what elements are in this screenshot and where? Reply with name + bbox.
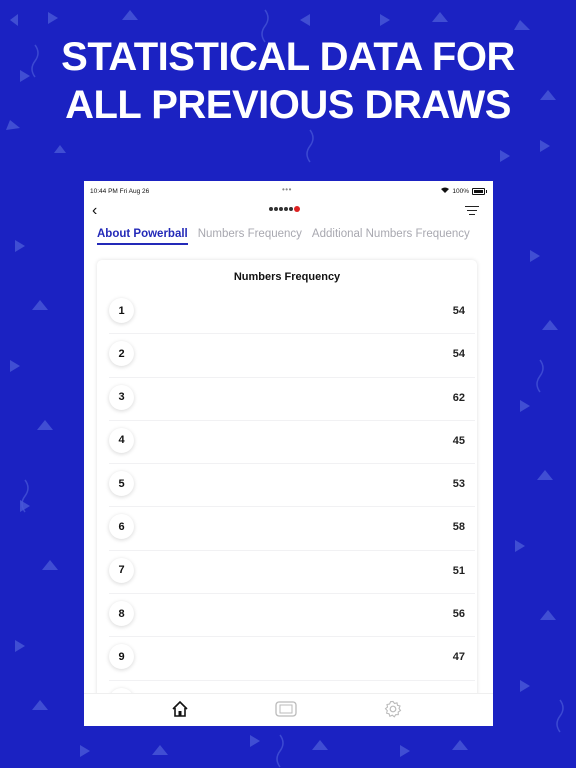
frequency-row: 1 54 [109, 291, 475, 335]
frequency-row: 4 45 [109, 421, 475, 465]
home-icon[interactable] [171, 700, 189, 723]
tab-numbers-frequency[interactable]: Numbers Frequency [198, 228, 302, 245]
status-bar: 10:44 PM Fri Aug 26 ••• 100% [84, 181, 493, 201]
status-right: 100% [441, 187, 487, 195]
numbers-frequency-card: Numbers Frequency 1 54 2 54 3 62 4 45 5 53 6 58 7 51 8… [97, 260, 477, 720]
frequency-count: 53 [452, 478, 465, 491]
nav-bar: ‹ [84, 201, 493, 223]
ticket-icon[interactable] [275, 701, 297, 722]
number-ball: 7 [109, 557, 134, 583]
number-ball: 3 [109, 384, 134, 410]
frequency-count: 54 [452, 348, 465, 361]
filter-menu-icon[interactable] [465, 206, 479, 218]
headline-line-1: STATISTICAL DATA FOR [61, 35, 515, 79]
frequency-row: 2 54 [109, 334, 475, 378]
frequency-row: 7 51 [109, 551, 475, 595]
battery-icon [472, 187, 487, 195]
frequency-count: 51 [452, 564, 465, 577]
battery-percent: 100% [452, 187, 469, 195]
tab-about-powerball[interactable]: About Powerball [97, 228, 188, 245]
frequency-count: 54 [452, 305, 465, 317]
frequency-count: 56 [452, 608, 465, 621]
bottom-tab-bar [84, 693, 493, 726]
frequency-count: 58 [452, 521, 465, 534]
multitasking-dots-icon[interactable]: ••• [282, 185, 292, 194]
app-screen: 10:44 PM Fri Aug 26 ••• 100% ‹ About Pow… [84, 181, 493, 726]
wifi-icon [441, 187, 450, 195]
frequency-row: 6 58 [109, 507, 475, 551]
number-ball: 2 [109, 341, 134, 367]
frequency-row: 3 62 [109, 378, 475, 421]
frequency-row: 5 53 [109, 464, 475, 508]
frequency-count: 45 [452, 434, 465, 447]
tab-additional-numbers-frequency[interactable]: Additional Numbers Frequency [312, 228, 470, 245]
status-time: 10:44 PM Fri Aug 26 [90, 188, 150, 195]
frequency-row: 8 56 [109, 594, 475, 638]
number-ball: 6 [109, 514, 134, 540]
back-chevron-icon[interactable]: ‹ [92, 202, 97, 220]
gear-icon[interactable] [384, 700, 402, 723]
headline-line-2: ALL PREVIOUS DRAWS [65, 83, 511, 127]
frequency-row: 9 47 [109, 637, 475, 681]
frequency-count: 62 [452, 391, 465, 404]
number-ball: 5 [109, 471, 134, 497]
number-ball: 9 [109, 644, 134, 670]
powerball-logo [269, 206, 300, 212]
number-ball: 4 [109, 427, 134, 453]
promo-headline: STATISTICAL DATA FOR ALL PREVIOUS DRAWS [0, 33, 576, 129]
card-title: Numbers Frequency [233, 271, 341, 283]
tab-strip: About Powerball Numbers Frequency Additi… [97, 228, 470, 245]
number-ball: 1 [109, 298, 134, 323]
frequency-count: 47 [452, 651, 465, 664]
number-ball: 8 [109, 601, 134, 627]
